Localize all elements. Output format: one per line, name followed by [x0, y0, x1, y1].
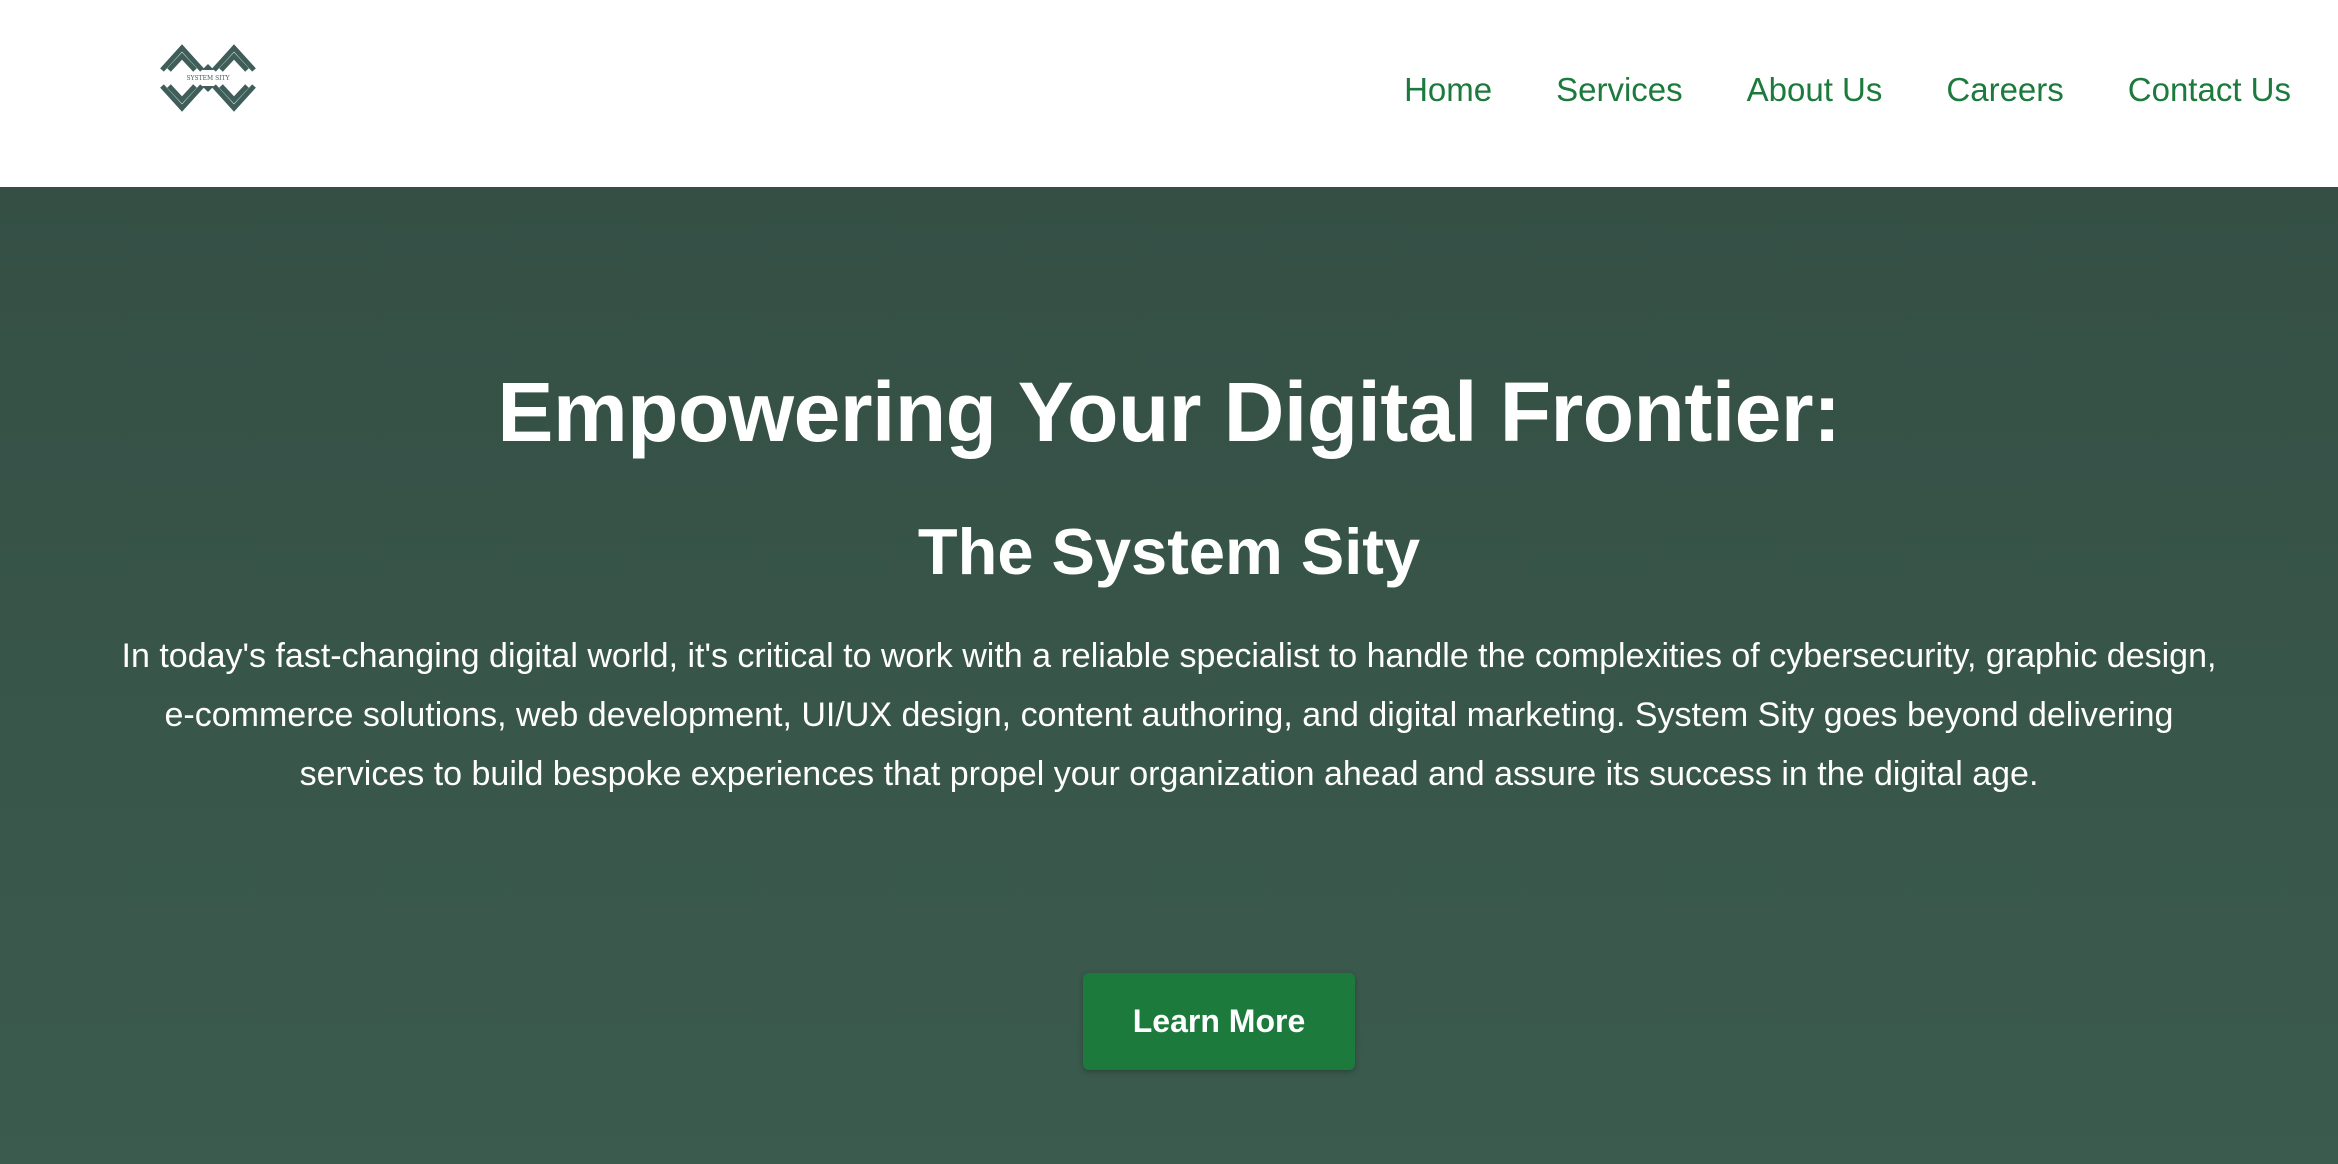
site-header: SYSTEM SITY Home Services About Us Caree…: [0, 0, 2338, 187]
nav-services[interactable]: Services: [1556, 64, 1683, 116]
nav-about-us[interactable]: About Us: [1747, 64, 1883, 116]
nav-careers[interactable]: Careers: [1946, 64, 2063, 116]
hero-description: In today's fast-changing digital world, …: [121, 637, 2217, 793]
svg-text:SYSTEM SITY: SYSTEM SITY: [186, 75, 230, 82]
hero-subtitle: The System Sity: [917, 515, 1421, 588]
site-logo[interactable]: SYSTEM SITY: [158, 40, 258, 116]
nav-home[interactable]: Home: [1404, 64, 1492, 116]
learn-more-button[interactable]: Learn More: [1083, 973, 1355, 1070]
main-nav: Home Services About Us Careers Contact U…: [1404, 64, 2291, 116]
hero-section: Empowering Your Digital Frontier: The Sy…: [0, 187, 2338, 1164]
nav-contact-us[interactable]: Contact Us: [2128, 64, 2291, 116]
system-sity-logo-icon: SYSTEM SITY: [160, 44, 256, 112]
hero-title: Empowering Your Digital Frontier:: [497, 365, 1841, 459]
